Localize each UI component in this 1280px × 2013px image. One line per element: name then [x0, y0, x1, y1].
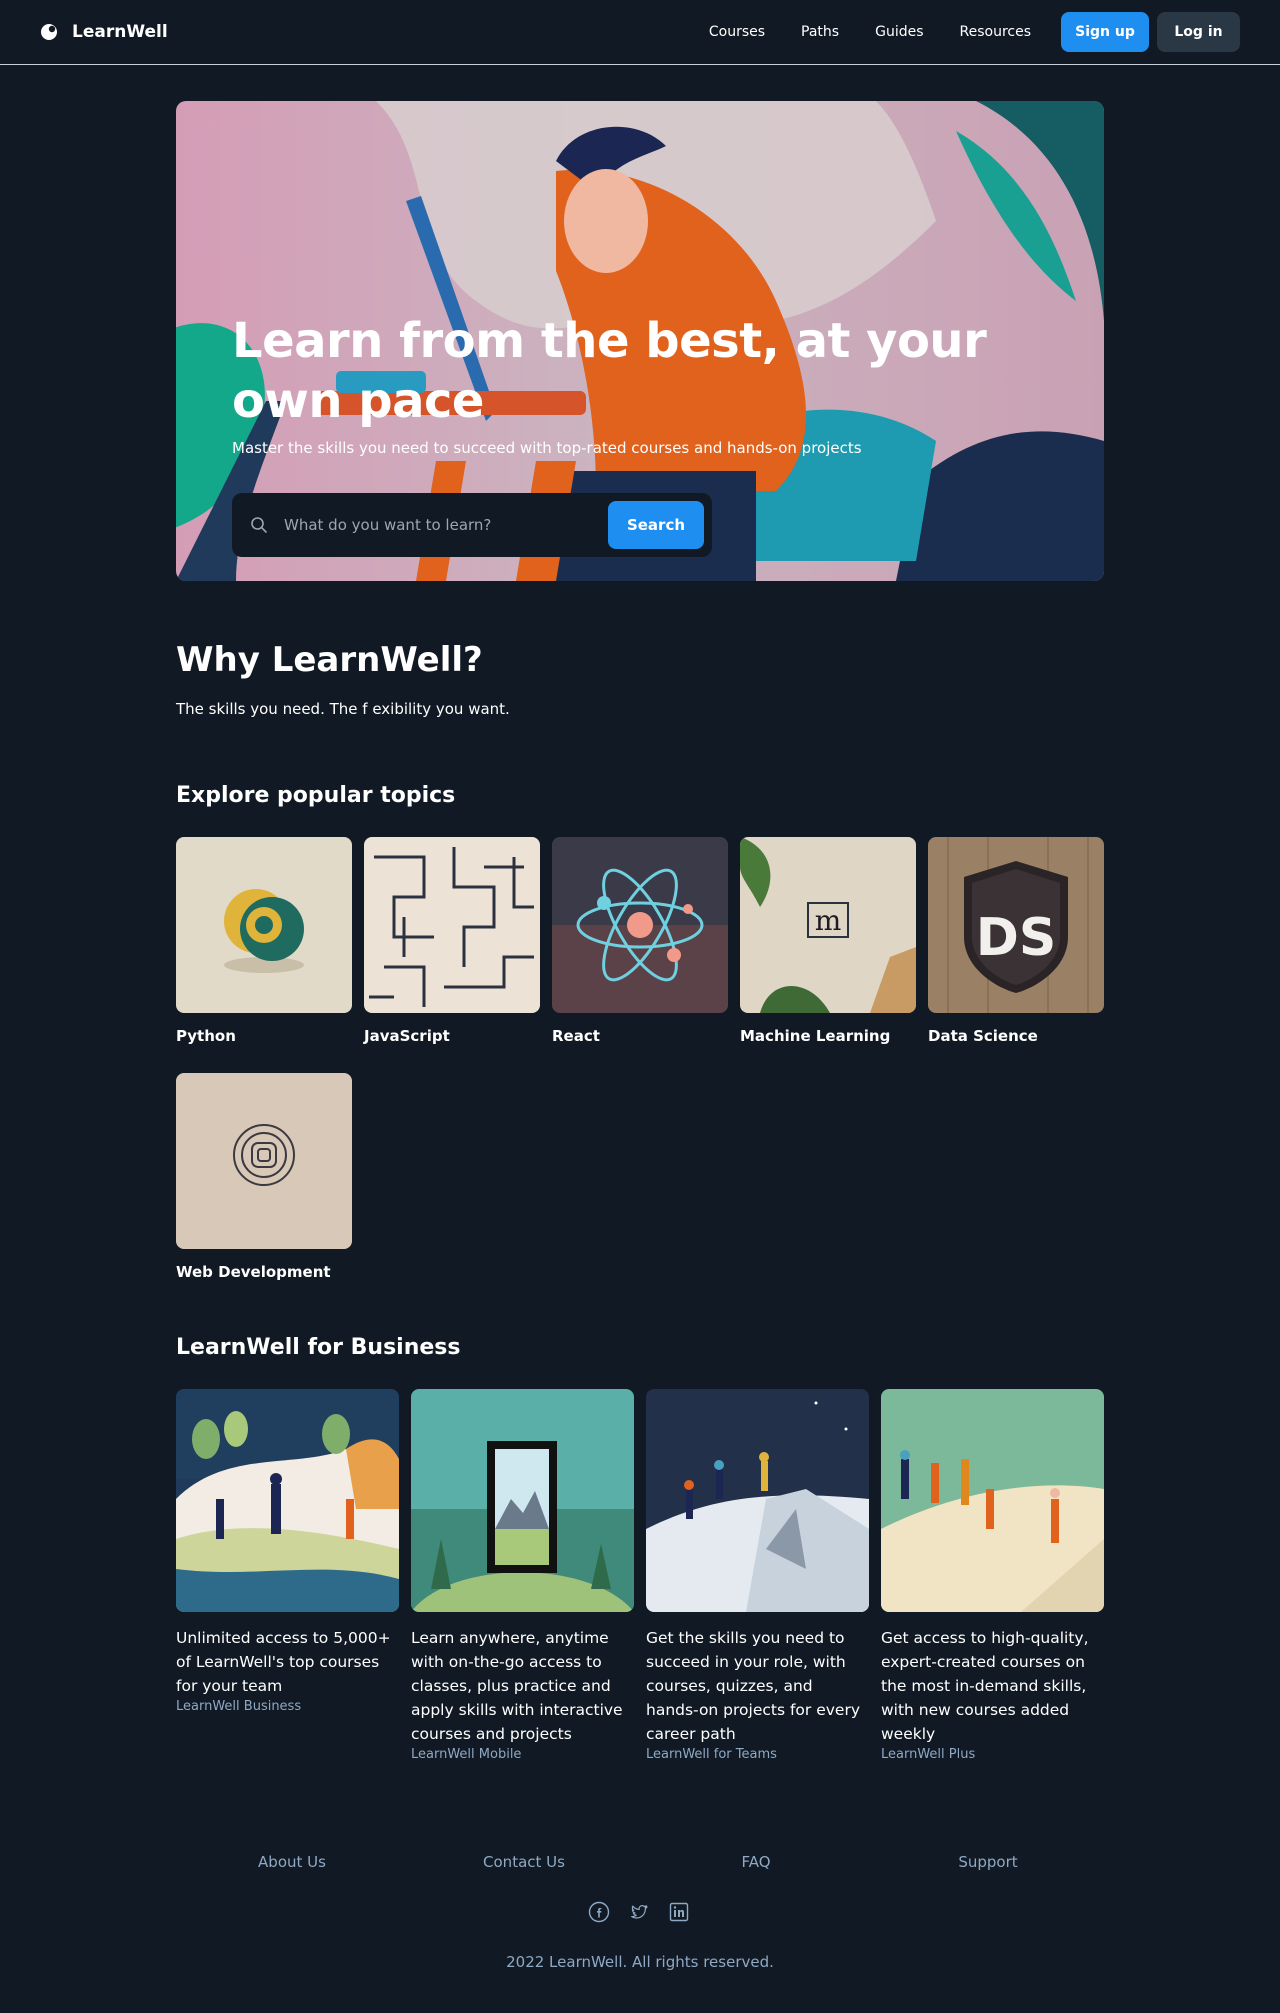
twitter-icon[interactable]: [628, 1901, 650, 1923]
group-hill-illustration: [881, 1389, 1104, 1612]
business-card-tag[interactable]: LearnWell Business: [176, 1698, 399, 1716]
copyright-text: 2022 LearnWell. All rights reserved.: [506, 1953, 774, 1971]
business-card-tag[interactable]: LearnWell Plus: [881, 1746, 1104, 1764]
business-card-plus[interactable]: Get access to high-quality, expert-creat…: [881, 1389, 1104, 1764]
search-bar: Search: [232, 493, 712, 557]
business-card-text: Get access to high-quality, expert-creat…: [881, 1629, 1089, 1743]
business-title: LearnWell for Business: [176, 1335, 461, 1360]
business-card-teams[interactable]: Get the skills you need to succeed in yo…: [646, 1389, 869, 1764]
topic-label: Python: [176, 1027, 236, 1045]
brand-logo[interactable]: LearnWell: [40, 22, 168, 42]
brand-name: LearnWell: [72, 22, 168, 42]
search-button[interactable]: Search: [608, 501, 704, 549]
linkedin-icon[interactable]: [668, 1901, 690, 1923]
search-input[interactable]: [284, 516, 608, 534]
machine-learning-icon: m: [740, 837, 916, 1013]
mobile-door-illustration: [411, 1389, 634, 1612]
business-card-tag[interactable]: LearnWell for Teams: [646, 1746, 869, 1764]
hero-banner: Learn from the best, at your own pace Ma…: [176, 101, 1104, 581]
topic-card-machine-learning[interactable]: m Machine Learning: [740, 837, 916, 1045]
business-card-tag[interactable]: LearnWell Mobile: [411, 1746, 634, 1764]
web-development-icon: [176, 1073, 352, 1249]
topic-card-javascript[interactable]: JavaScript: [364, 837, 540, 1045]
footer-link-contact[interactable]: Contact Us: [408, 1853, 640, 1871]
react-atom-icon: [552, 837, 728, 1013]
nav-links: Courses Paths Guides Resources: [709, 24, 1031, 40]
business-card-mobile[interactable]: Learn anywhere, anytime with on-the-go a…: [411, 1389, 634, 1764]
business-card-text: Learn anywhere, anytime with on-the-go a…: [411, 1629, 623, 1743]
hero-title: Learn from the best, at your own pace: [232, 313, 987, 429]
topic-card-data-science[interactable]: DS Data Science: [928, 837, 1104, 1045]
topic-label: Machine Learning: [740, 1027, 891, 1045]
team-collaboration-illustration: [176, 1389, 399, 1612]
footer-link-support[interactable]: Support: [872, 1853, 1104, 1871]
nav-link-resources[interactable]: Resources: [960, 24, 1032, 40]
signup-button[interactable]: Sign up: [1061, 12, 1149, 52]
nav-link-guides[interactable]: Guides: [875, 24, 923, 40]
logo-icon: [41, 24, 57, 40]
data-science-icon: DS: [928, 837, 1104, 1013]
business-card-business[interactable]: Unlimited access to 5,000+ of LearnWell'…: [176, 1389, 399, 1716]
footer-link-about[interactable]: About Us: [176, 1853, 408, 1871]
svg-text:m: m: [815, 904, 842, 937]
topic-label: Web Development: [176, 1263, 331, 1281]
top-nav: LearnWell Courses Paths Guides Resources…: [0, 0, 1280, 65]
topic-card-web-development[interactable]: Web Development: [176, 1073, 352, 1281]
topic-label: Data Science: [928, 1027, 1038, 1045]
footer-link-faq[interactable]: FAQ: [640, 1853, 872, 1871]
search-icon: [251, 517, 267, 533]
business-card-text: Get the skills you need to succeed in yo…: [646, 1629, 861, 1743]
footer-links: About Us Contact Us FAQ Support: [176, 1853, 1104, 1871]
hero-subtitle: Master the skills you need to succeed wi…: [232, 439, 862, 457]
javascript-icon: [364, 837, 540, 1013]
why-title: Why LearnWell?: [176, 640, 483, 680]
login-button[interactable]: Log in: [1157, 12, 1240, 52]
social-links: [588, 1901, 690, 1923]
topic-label: React: [552, 1027, 600, 1045]
svg-text:DS: DS: [976, 908, 1057, 968]
topic-card-react[interactable]: React: [552, 837, 728, 1045]
topic-card-python[interactable]: Python: [176, 837, 352, 1045]
business-card-text: Unlimited access to 5,000+ of LearnWell'…: [176, 1629, 391, 1695]
python-icon: [176, 837, 352, 1013]
mountain-summit-illustration: [646, 1389, 869, 1612]
why-subtitle: The skills you need. The f exibility you…: [176, 700, 510, 718]
facebook-icon[interactable]: [588, 1901, 610, 1923]
nav-link-paths[interactable]: Paths: [801, 24, 839, 40]
topic-label: JavaScript: [364, 1027, 450, 1045]
nav-link-courses[interactable]: Courses: [709, 24, 765, 40]
topics-title: Explore popular topics: [176, 783, 456, 808]
